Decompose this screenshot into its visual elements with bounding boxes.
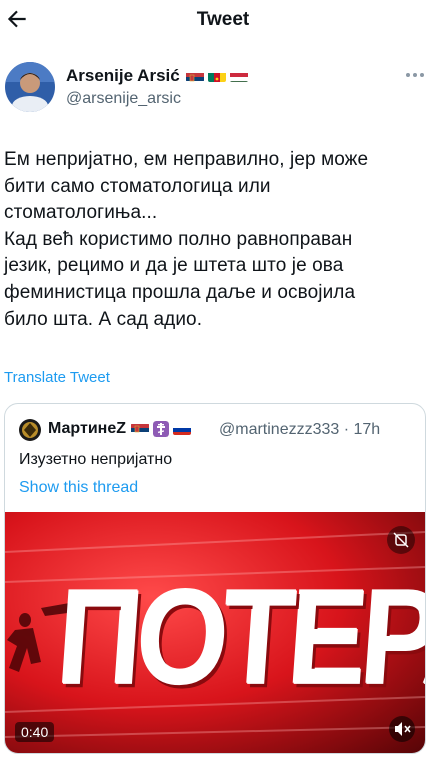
- video-player[interactable]: ПОТЕРА 0:40: [5, 512, 425, 753]
- russia-flag: [173, 423, 191, 435]
- quoted-tweet[interactable]: МартинеZ @martinezzz333 · 17h Изузетно н…: [4, 403, 426, 754]
- author-name[interactable]: Arsenije Arsić: [66, 66, 248, 86]
- cameroon-flag: [207, 70, 226, 82]
- quoted-author-name-label: МартинеZ: [48, 420, 126, 437]
- quoted-author-name[interactable]: МартинеZ: [48, 420, 191, 438]
- page-title: Tweet: [196, 9, 250, 30]
- author-flags: [185, 70, 248, 82]
- quoted-author-handle[interactable]: @martinezzz333 · 17h: [219, 421, 380, 439]
- author-avatar[interactable]: [5, 62, 55, 112]
- quoted-author-flags: [131, 421, 191, 437]
- quoted-tweet-text: Изузетно непријатно: [19, 451, 173, 468]
- orthodox-cross-icon: [153, 421, 169, 437]
- author-handle[interactable]: @arsenije_arsic: [66, 90, 181, 108]
- content-warning-icon[interactable]: [387, 526, 415, 554]
- more-options-icon[interactable]: [404, 66, 426, 84]
- tweet-text: Ем непријатно, ем неправилно, јер може б…: [4, 149, 369, 330]
- muted-speaker-icon[interactable]: [389, 716, 415, 742]
- hungary-flag: [229, 70, 248, 82]
- serbia-flag: [131, 423, 149, 435]
- video-overlay-text: ПОТЕРА: [52, 561, 425, 714]
- serbia-flag: [185, 70, 204, 82]
- translate-tweet-link[interactable]: Translate Tweet: [4, 369, 110, 386]
- video-duration: 0:40: [15, 722, 55, 742]
- show-thread-link[interactable]: Show this thread: [19, 479, 138, 497]
- author-name-label: Arsenije Arsić: [66, 66, 180, 85]
- quoted-author-avatar[interactable]: [19, 419, 41, 441]
- top-bar: Tweet: [0, 0, 446, 40]
